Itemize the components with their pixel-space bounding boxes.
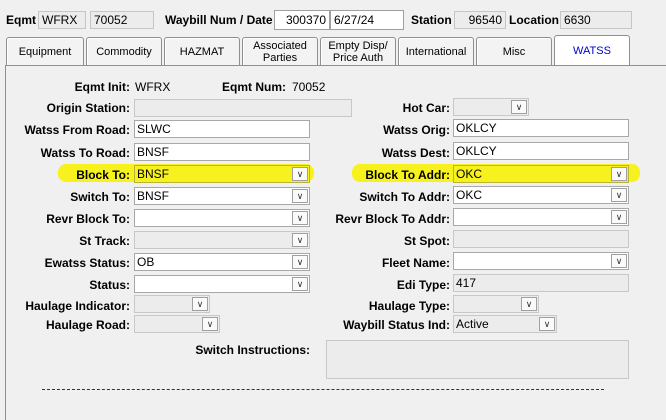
waybill-label: Waybill Num / Date	[165, 13, 273, 27]
haulage-indicator-label: Haulage Indicator:	[25, 299, 130, 313]
eqmt-num-value: 70052	[292, 80, 326, 94]
watss-orig-label: Watss Orig:	[383, 123, 450, 137]
watss-from-road-label: Watss From Road:	[24, 123, 130, 137]
watss-to-road-label: Watss To Road:	[40, 146, 130, 160]
tab-watss[interactable]: WATSS	[554, 35, 630, 65]
waybill-date-field[interactable]: 6/27/24	[330, 10, 404, 30]
status-label: Status:	[89, 278, 130, 292]
chevron-down-icon[interactable]: ∨	[192, 297, 208, 311]
haulage-road-label: Haulage Road:	[45, 318, 130, 332]
tab-equipment[interactable]: Equipment	[6, 37, 84, 65]
fleet-name-select[interactable]: ∨	[453, 252, 629, 270]
station-field: 96540	[454, 11, 506, 29]
haulage-road-select[interactable]: ∨	[134, 315, 220, 333]
switch-to-addr-label: Switch To Addr:	[359, 190, 450, 204]
tab-empty-disp-price-auth[interactable]: Empty Disp/ Price Auth	[320, 37, 396, 65]
location-label: Location	[509, 13, 559, 27]
revr-block-to-addr-select[interactable]: ∨	[453, 208, 629, 226]
block-to-label: Block To:	[76, 168, 130, 182]
waybill-status-ind-value: Active	[456, 317, 489, 331]
watss-dest-field[interactable]: OKLCY	[453, 142, 629, 160]
revr-block-to-label: Revr Block To:	[46, 212, 130, 226]
ewatss-status-select[interactable]: OB ∨	[134, 253, 310, 271]
tab-commodity[interactable]: Commodity	[86, 37, 162, 65]
waybill-status-ind-label: Waybill Status Ind:	[343, 318, 450, 332]
chevron-down-icon[interactable]: ∨	[511, 100, 527, 114]
chevron-down-icon[interactable]: ∨	[292, 167, 308, 181]
chevron-down-icon[interactable]: ∨	[611, 254, 627, 268]
chevron-down-icon[interactable]: ∨	[292, 189, 308, 203]
chevron-down-icon[interactable]: ∨	[539, 317, 555, 331]
switch-to-label: Switch To:	[70, 190, 130, 204]
switch-instructions-field[interactable]	[326, 340, 629, 379]
eqmt-label: Eqmt	[6, 13, 36, 27]
haulage-type-label: Haulage Type:	[368, 299, 450, 313]
watss-orig-field[interactable]: OKLCY	[453, 119, 629, 137]
haulage-indicator-select[interactable]: ∨	[134, 295, 210, 313]
chevron-down-icon[interactable]: ∨	[611, 167, 627, 181]
chevron-down-icon[interactable]: ∨	[292, 211, 308, 225]
hot-car-label: Hot Car:	[402, 101, 450, 115]
eqmt-num-label: Eqmt Num:	[222, 80, 286, 94]
switch-to-addr-value: OKC	[456, 188, 483, 202]
st-track-select[interactable]: ∨	[134, 231, 310, 249]
fleet-name-label: Fleet Name:	[381, 256, 450, 270]
watss-from-road-field[interactable]: SLWC	[134, 120, 310, 138]
st-track-label: St Track:	[79, 234, 130, 248]
revr-block-to-addr-label: Revr Block To Addr:	[335, 212, 450, 226]
chevron-down-icon[interactable]: ∨	[292, 277, 308, 291]
origin-station-label: Origin Station:	[46, 101, 130, 115]
chevron-down-icon[interactable]: ∨	[611, 188, 627, 202]
ewatss-status-value: OB	[137, 255, 155, 269]
switch-to-select[interactable]: BNSF ∨	[134, 187, 310, 205]
chevron-down-icon[interactable]: ∨	[292, 233, 308, 247]
section-divider	[42, 389, 604, 390]
block-to-addr-select[interactable]: OKC ∨	[453, 165, 629, 183]
chevron-down-icon[interactable]: ∨	[521, 297, 537, 311]
watss-dest-label: Watss Dest:	[381, 146, 450, 160]
status-select[interactable]: ∨	[134, 275, 310, 293]
watss-to-road-field[interactable]: BNSF	[134, 143, 310, 161]
eqmt-init-label: Eqmt Init:	[74, 80, 130, 94]
eqmt-num-field: 70052	[90, 11, 154, 29]
block-to-select[interactable]: BNSF ∨	[134, 165, 310, 183]
st-spot-field	[453, 230, 629, 248]
edi-type-label: Edi Type:	[396, 278, 450, 292]
block-to-addr-value: OKC	[456, 167, 483, 181]
edi-type-field: 417	[453, 274, 629, 292]
station-label: Station	[411, 13, 452, 27]
waybill-status-ind-select[interactable]: Active ∨	[453, 315, 557, 333]
tab-international[interactable]: International	[398, 37, 474, 65]
switch-to-value: BNSF	[137, 189, 170, 203]
hot-car-select[interactable]: ∨	[453, 98, 529, 116]
switch-instructions-label: Switch Instructions:	[195, 343, 310, 357]
haulage-type-select[interactable]: ∨	[453, 295, 539, 313]
eqmt-init-value: WFRX	[135, 80, 171, 94]
location-field: 6630	[560, 11, 632, 29]
switch-to-addr-select[interactable]: OKC ∨	[453, 186, 629, 204]
tab-associated-parties[interactable]: Associated Parties	[242, 37, 318, 65]
chevron-down-icon[interactable]: ∨	[202, 317, 218, 331]
tab-misc[interactable]: Misc	[476, 37, 552, 65]
st-spot-label: St Spot:	[404, 234, 450, 248]
block-to-addr-label: Block To Addr:	[365, 168, 450, 182]
eqmt-init-field: WFRX	[38, 11, 86, 29]
block-to-value: BNSF	[137, 167, 170, 181]
tab-hazmat[interactable]: HAZMAT	[164, 37, 240, 65]
chevron-down-icon[interactable]: ∨	[292, 255, 308, 269]
revr-block-to-select[interactable]: ∨	[134, 209, 310, 227]
waybill-num-field[interactable]: 300370	[274, 10, 330, 30]
ewatss-status-label: Ewatss Status:	[44, 256, 130, 270]
chevron-down-icon[interactable]: ∨	[611, 210, 627, 224]
origin-station-field	[134, 99, 352, 117]
